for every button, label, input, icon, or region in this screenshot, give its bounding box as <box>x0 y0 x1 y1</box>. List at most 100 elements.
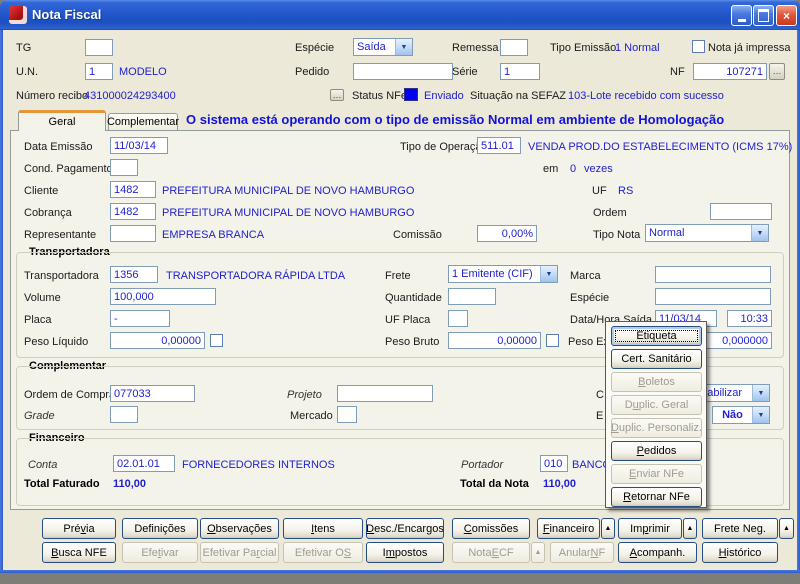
cliente-label: Cliente <box>24 185 58 197</box>
hora-saida-input[interactable]: 10:33 <box>727 310 772 327</box>
retornar-nfe-button[interactable]: Retornar NFe <box>611 487 702 507</box>
chevron-down-icon[interactable]: ▼ <box>751 225 768 241</box>
cobranca-input[interactable]: 1482 <box>110 203 156 220</box>
tipo-nota-select[interactable]: Normal ▼ <box>645 224 769 242</box>
peso-bruto-checkbox[interactable] <box>546 334 559 347</box>
impostos-button[interactable]: Impostos <box>366 542 444 563</box>
anular-nf-button[interactable]: Anular NF <box>550 542 614 563</box>
desc-encargos-button[interactable]: Desc./Encargos <box>366 518 444 539</box>
chevron-down-icon[interactable]: ▼ <box>540 266 557 282</box>
transportadora-label: Transportadora <box>24 270 99 282</box>
enviar-nfe-button[interactable]: Enviar NFe <box>611 464 702 484</box>
efetivar-button[interactable]: Efetivar <box>122 542 198 563</box>
quantidade-label: Quantidade <box>385 292 442 304</box>
ordem-compra-input[interactable]: 077033 <box>110 385 195 402</box>
maximize-button[interactable] <box>753 5 774 26</box>
ellipsis-icon: … <box>333 92 342 99</box>
efetivar-parcial-button[interactable]: Efetivar Parcial <box>200 542 279 563</box>
definicoes-button[interactable]: Definições <box>122 518 198 539</box>
volume-input[interactable]: 100,000 <box>110 288 216 305</box>
cobranca-desc: PREFEITURA MUNICIPAL DE NOVO HAMBURGO <box>162 207 414 219</box>
recibo-lookup-button[interactable]: … <box>330 89 344 101</box>
especie-volume-input[interactable] <box>655 288 771 305</box>
pedido-input[interactable] <box>353 63 453 80</box>
financeiro-expand-button[interactable]: ▲ <box>601 518 615 539</box>
comissao-input[interactable]: 0,00% <box>477 225 537 242</box>
chevron-down-icon[interactable]: ▼ <box>752 385 769 401</box>
acompanh-button[interactable]: Acompanh. <box>618 542 697 563</box>
arrow-up-icon: ▲ <box>535 549 542 556</box>
frete-neg-button[interactable]: Frete Neg. <box>702 518 778 539</box>
nota-ecf-button[interactable]: Nota ECF <box>452 542 530 563</box>
peso-bruto-input[interactable]: 0,00000 <box>448 332 541 349</box>
serie-input[interactable]: 1 <box>500 63 540 80</box>
screen: Nota Fiscal × TG Espécie Saída ▼ Remessa… <box>0 0 800 584</box>
busca-nfe-button[interactable]: Busca NFE <box>42 542 116 563</box>
arrow-up-icon: ▲ <box>687 525 694 532</box>
title-bar[interactable]: Nota Fiscal × <box>0 0 800 30</box>
cliente-input[interactable]: 1482 <box>110 181 156 198</box>
financeiro-button[interactable]: Financeiro <box>537 518 600 539</box>
imprimir-expand-button[interactable]: ▲ <box>683 518 697 539</box>
previa-button[interactable]: Prévia <box>42 518 116 539</box>
comissoes-button[interactable]: Comissões <box>452 518 530 539</box>
numero-recibo-label: Número recibo <box>16 90 88 102</box>
representante-input[interactable] <box>110 225 156 242</box>
transportadora-desc: TRANSPORTADORA RÁPIDA LTDA <box>166 270 345 282</box>
uf-placa-input[interactable] <box>448 310 468 327</box>
situacao-sefaz-label: Situação na SEFAZ <box>470 90 566 102</box>
representante-label: Representante <box>24 229 96 241</box>
peso-liquido-input[interactable]: 0,00000 <box>110 332 205 349</box>
conta-input[interactable]: 02.01.01 <box>113 455 175 472</box>
ordem-input[interactable] <box>710 203 772 220</box>
peso-liquido-checkbox[interactable] <box>210 334 223 347</box>
occluded-label-e: E <box>596 410 603 422</box>
boletos-button[interactable]: Boletos <box>611 372 702 392</box>
quantidade-input[interactable] <box>448 288 496 305</box>
tipo-operacao-input[interactable]: 511.01 <box>477 137 521 154</box>
itens-button[interactable]: Itens <box>283 518 363 539</box>
nf-input[interactable]: 107271 <box>693 63 767 80</box>
ellipsis-icon: … <box>773 68 782 75</box>
marca-input[interactable] <box>655 266 771 283</box>
imprimir-button[interactable]: Imprimir <box>618 518 682 539</box>
status-nfe-label: Status NFe <box>352 90 407 102</box>
efetivar-os-button[interactable]: Efetivar OS <box>283 542 363 563</box>
portador-input[interactable]: 010 <box>540 455 568 472</box>
tab-geral[interactable]: Geral <box>18 110 106 131</box>
nf-lookup-button[interactable]: … <box>769 63 785 80</box>
chevron-down-icon[interactable]: ▼ <box>752 407 769 423</box>
projeto-input[interactable] <box>337 385 433 402</box>
etiqueta-button[interactable]: Etiqueta <box>611 326 702 346</box>
nota-fiscal-window: Nota Fiscal × TG Espécie Saída ▼ Remessa… <box>0 0 800 573</box>
frete-select[interactable]: 1 Emitente (CIF) ▼ <box>448 265 558 283</box>
peso-ex-input[interactable]: 0,000000 <box>700 332 772 349</box>
peso-bruto-label: Peso Bruto <box>385 336 439 348</box>
nao-select[interactable]: Não ▼ <box>712 406 770 424</box>
close-button[interactable]: × <box>776 5 797 26</box>
data-emissao-input[interactable]: 11/03/14 <box>110 137 168 154</box>
duplic-personaliz-button[interactable]: Duplic. Personaliz. <box>611 418 702 438</box>
volume-label: Volume <box>24 292 61 304</box>
tipo-emissao-label: Tipo Emissão <box>550 42 616 54</box>
nota-ja-impressa-checkbox[interactable] <box>692 40 705 53</box>
remessa-input[interactable] <box>500 39 528 56</box>
frete-neg-expand-button[interactable]: ▲ <box>779 518 794 539</box>
mercado-input[interactable] <box>337 406 357 423</box>
observacoes-button[interactable]: Observações <box>200 518 279 539</box>
cond-pagamento-input[interactable] <box>110 159 138 176</box>
grade-input[interactable] <box>110 406 138 423</box>
pedidos-button[interactable]: Pedidos <box>611 441 702 461</box>
especie-select[interactable]: Saída ▼ <box>353 38 413 56</box>
tg-input[interactable] <box>85 39 113 56</box>
un-input[interactable]: 1 <box>85 63 113 80</box>
transportadora-input[interactable]: 1356 <box>110 266 158 283</box>
duplic-geral-button[interactable]: Duplic. Geral <box>611 395 702 415</box>
historico-button[interactable]: Histórico <box>702 542 778 563</box>
minimize-button[interactable] <box>731 5 752 26</box>
placa-input[interactable]: - <box>110 310 170 327</box>
tab-complementar[interactable]: Complementar <box>108 113 178 130</box>
cert-sanitario-button[interactable]: Cert. Sanitário <box>611 349 702 369</box>
nota-ecf-expand-button[interactable]: ▲ <box>531 542 545 563</box>
chevron-down-icon[interactable]: ▼ <box>395 39 412 55</box>
